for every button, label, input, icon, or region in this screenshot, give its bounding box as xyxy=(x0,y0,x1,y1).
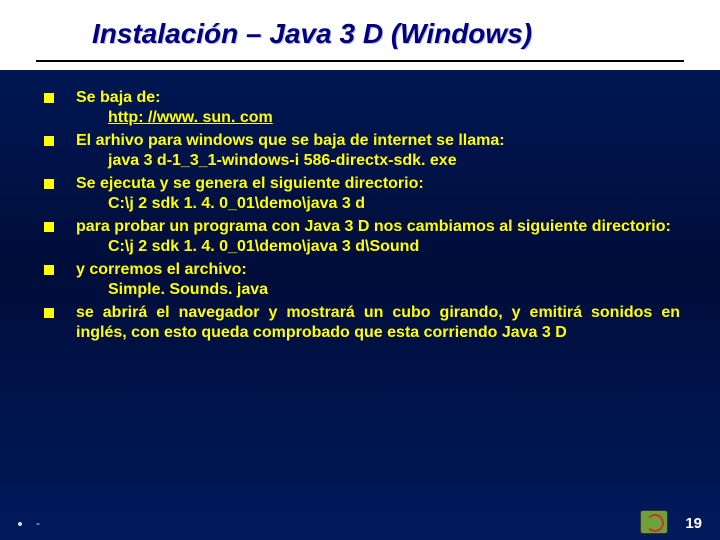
bullet-sub-line: Simple. Sounds. java xyxy=(76,280,680,300)
bullet-item: y corremos el archivo:Simple. Sounds. ja… xyxy=(44,260,680,301)
page-number: 19 xyxy=(685,515,702,532)
square-bullet-icon xyxy=(44,93,54,103)
bullet-text: El arhivo para windows que se baja de in… xyxy=(76,131,680,172)
bullet-item: Se ejecuta y se genera el siguiente dire… xyxy=(44,174,680,215)
bullet-text: se abrirá el navegador y mostrará un cub… xyxy=(76,303,680,344)
bullet-sub-line: C:\j 2 sdk 1. 4. 0_01\demo\java 3 d\Soun… xyxy=(76,237,680,257)
bullet-text: Se baja de:http: //www. sun. com xyxy=(76,88,680,129)
bullet-text: Se ejecuta y se genera el siguiente dire… xyxy=(76,174,680,215)
square-bullet-icon xyxy=(44,222,54,232)
square-bullet-icon xyxy=(44,136,54,146)
bullet-sub-line: java 3 d-1_3_1-windows-i 586-directx-sdk… xyxy=(76,151,680,171)
bullet-main-line: El arhivo para windows que se baja de in… xyxy=(76,131,680,151)
footer-dot-icon xyxy=(18,522,22,526)
title-divider xyxy=(36,60,684,62)
bullet-item: El arhivo para windows que se baja de in… xyxy=(44,131,680,172)
bullet-sub-line: C:\j 2 sdk 1. 4. 0_01\demo\java 3 d xyxy=(76,194,680,214)
bullet-main-line: Se baja de: xyxy=(76,88,680,108)
logo-icon xyxy=(640,510,668,534)
bullet-text: para probar un programa con Java 3 D nos… xyxy=(76,217,680,258)
bullet-item: para probar un programa con Java 3 D nos… xyxy=(44,217,680,258)
square-bullet-icon xyxy=(44,308,54,318)
bullet-main-line: para probar un programa con Java 3 D nos… xyxy=(76,217,680,237)
slide-body: Se baja de:http: //www. sun. comEl arhiv… xyxy=(44,88,680,346)
bullet-main-line: se abrirá el navegador y mostrará un cub… xyxy=(76,303,680,344)
square-bullet-icon xyxy=(44,179,54,189)
bullet-item: Se baja de:http: //www. sun. com xyxy=(44,88,680,129)
bullet-sub-line: http: //www. sun. com xyxy=(76,108,680,128)
bullet-item: se abrirá el navegador y mostrará un cub… xyxy=(44,303,680,344)
bullet-main-line: Se ejecuta y se genera el siguiente dire… xyxy=(76,174,680,194)
bullet-text: y corremos el archivo:Simple. Sounds. ja… xyxy=(76,260,680,301)
square-bullet-icon xyxy=(44,265,54,275)
bullet-main-line: y corremos el archivo: xyxy=(76,260,680,280)
slide-title: Instalación – Java 3 D (Windows) xyxy=(0,0,720,58)
footer: - 19 xyxy=(0,506,720,540)
footer-dash: - xyxy=(36,516,40,530)
